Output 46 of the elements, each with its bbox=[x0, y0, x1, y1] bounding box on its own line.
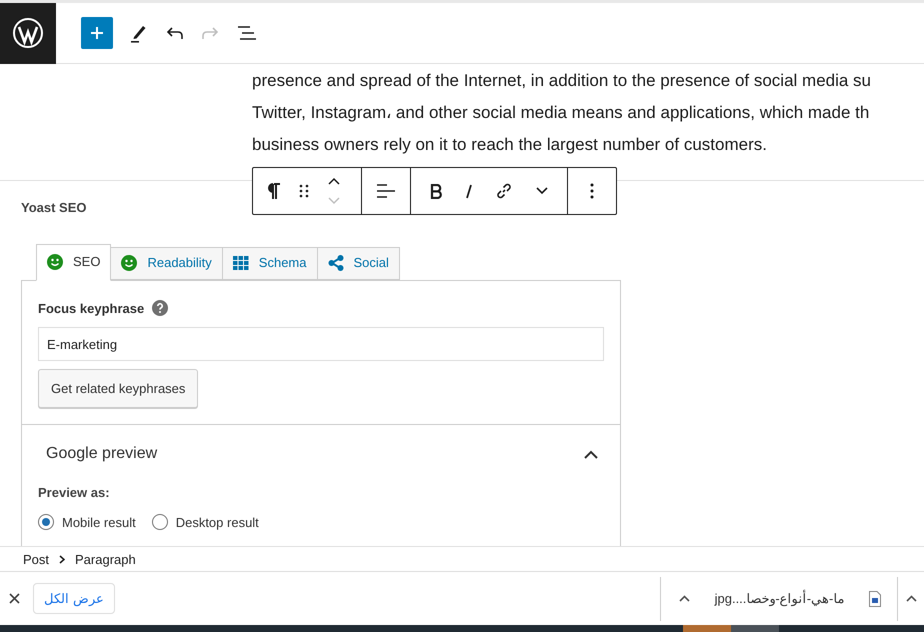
field-label: Focus keyphrase bbox=[38, 300, 144, 318]
close-icon[interactable] bbox=[9, 593, 20, 604]
plus-icon bbox=[90, 26, 104, 40]
paragraph-line: business owners rely on it to reach the largest number of customers. bbox=[252, 134, 767, 156]
chevron-right-icon bbox=[59, 555, 66, 564]
pencil-icon[interactable] bbox=[130, 23, 148, 43]
share-icon bbox=[328, 255, 344, 271]
smiley-icon bbox=[47, 254, 63, 270]
tab[interactable]: SEO bbox=[36, 244, 112, 280]
link-icon[interactable] bbox=[495, 182, 514, 200]
grid-icon bbox=[232, 256, 249, 270]
tab[interactable]: Readability bbox=[110, 246, 223, 280]
radio-option[interactable]: Mobile result bbox=[38, 512, 136, 532]
smiley-icon bbox=[121, 255, 138, 271]
help-icon[interactable] bbox=[152, 300, 168, 316]
add-block-button[interactable] bbox=[81, 17, 113, 49]
radio-button[interactable] bbox=[38, 514, 54, 530]
breadcrumb-item[interactable]: Post bbox=[23, 550, 50, 570]
image-file-icon bbox=[868, 590, 881, 606]
italic-icon[interactable] bbox=[464, 184, 473, 198]
show-all-button[interactable]: عرض الكل bbox=[33, 583, 115, 614]
breadcrumb-item[interactable]: Paragraph bbox=[75, 550, 136, 570]
tab[interactable]: Social bbox=[316, 246, 400, 280]
chevron-up-icon[interactable] bbox=[584, 450, 598, 458]
more-options-icon[interactable] bbox=[590, 183, 594, 199]
paragraph-line: Twitter, Instagram، and other social media means and applications, which made th bbox=[252, 102, 870, 124]
chevron-up-icon[interactable] bbox=[679, 595, 690, 602]
wordpress-logo[interactable] bbox=[0, 2, 56, 64]
drag-handle-icon[interactable] bbox=[299, 184, 309, 198]
keyphrase-field[interactable]: E-marketing bbox=[38, 327, 604, 361]
download-file-name[interactable]: ما-هي-أنواع-وخصا....jpg bbox=[714, 588, 844, 608]
paragraph-icon[interactable] bbox=[267, 182, 281, 200]
chevron-up-icon[interactable] bbox=[906, 595, 916, 602]
radio-button[interactable] bbox=[152, 514, 168, 530]
undo-icon[interactable] bbox=[166, 26, 184, 40]
radio-option[interactable]: Desktop result bbox=[152, 512, 259, 532]
related-keyphrases-button[interactable]: Get related keyphrases bbox=[38, 369, 198, 408]
collapsible-title[interactable]: Google preview bbox=[46, 442, 158, 466]
section-title: Yoast SEO bbox=[21, 199, 87, 217]
tab[interactable]: Schema bbox=[222, 246, 318, 280]
align-icon[interactable] bbox=[376, 183, 396, 199]
bold-icon[interactable] bbox=[430, 184, 442, 198]
preview-label: Preview as: bbox=[38, 484, 110, 502]
chevron-down-icon[interactable] bbox=[536, 187, 548, 195]
list-view-icon[interactable] bbox=[237, 25, 257, 41]
paragraph-line: presence and spread of the Internet, in addition to the presence of social media su bbox=[252, 70, 872, 92]
